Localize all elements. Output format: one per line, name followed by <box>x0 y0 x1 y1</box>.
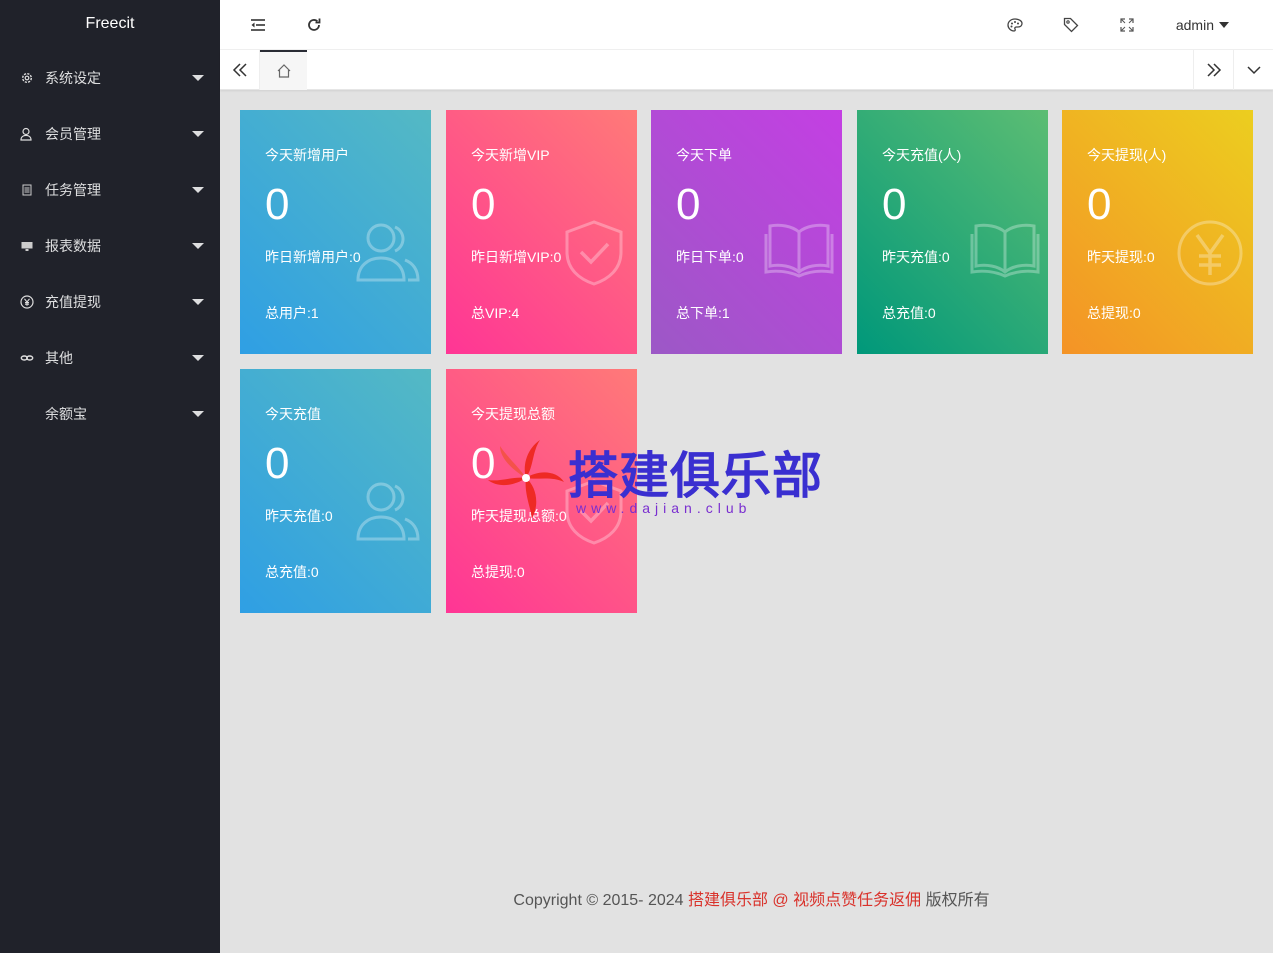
stat-card-withdraw-users: 今天提现(人) 0 昨天提现:0 总提现:0 <box>1062 110 1253 354</box>
tab-home[interactable] <box>260 50 307 90</box>
sidebar-item-recharge-withdraw[interactable]: 充值提现 <box>0 274 220 330</box>
users-icon <box>356 482 420 541</box>
double-chevron-left-icon <box>232 63 247 77</box>
palette-icon <box>1007 18 1023 32</box>
footer-suffix: 版权所有 <box>921 892 990 909</box>
chevron-down-icon <box>192 243 204 249</box>
blank-icon <box>20 407 34 421</box>
card-value: 0 <box>1087 180 1112 229</box>
card-title: 今天充值 <box>265 406 321 422</box>
book-icon <box>764 223 834 278</box>
gear-icon <box>20 71 34 85</box>
sidebar-item-yuebao[interactable]: 余额宝 <box>0 386 220 442</box>
card-title: 今天新增VIP <box>471 147 550 163</box>
document-icon <box>20 183 34 197</box>
card-value: 0 <box>265 439 290 488</box>
sidebar-item-label: 余额宝 <box>45 406 87 422</box>
home-icon <box>277 64 290 78</box>
sidebar-item-label: 其他 <box>45 350 73 366</box>
refresh-icon <box>308 18 321 31</box>
yen-icon <box>20 295 34 309</box>
card-sub-yesterday: 昨天充值:0 <box>265 508 333 524</box>
sidebar-item-other[interactable]: 其他 <box>0 330 220 386</box>
card-sub-yesterday: 昨天充值:0 <box>882 249 950 265</box>
fullscreen-button[interactable] <box>1107 0 1147 50</box>
link-icon <box>20 351 34 365</box>
watermark-url: www.dajian.club <box>576 500 752 516</box>
stat-card-new-vip: 今天新增VIP 0 昨日新增VIP:0 总VIP:4 <box>446 110 637 354</box>
card-sub-yesterday: 昨日新增用户:0 <box>265 249 361 265</box>
card-value: 0 <box>471 180 496 229</box>
tabs-scroll-right-button[interactable] <box>1193 50 1233 90</box>
stat-card-recharge-users: 今天充值(人) 0 昨天充值:0 总充值:0 <box>857 110 1048 354</box>
sidebar-item-label: 会员管理 <box>45 126 101 142</box>
caret-down-icon <box>1219 22 1229 28</box>
sidebar: Freecit 系统设定 会员管理 任务管理 报表数据 充值提现 其他 余额宝 <box>0 0 220 953</box>
menu-fold-button[interactable] <box>238 0 278 50</box>
card-sub-total: 总充值:0 <box>882 305 936 321</box>
stat-card-recharge-amount: 今天充值 0 昨天充值:0 总充值:0 <box>240 369 431 613</box>
sidebar-item-system-settings[interactable]: 系统设定 <box>0 50 220 106</box>
card-sub-total: 总VIP:4 <box>471 305 520 321</box>
app-logo[interactable]: Freecit <box>0 0 220 50</box>
card-title: 今天下单 <box>676 147 732 163</box>
card-value: 0 <box>882 180 907 229</box>
watermark-text: 搭建俱乐部 <box>568 447 823 505</box>
sidebar-item-reports[interactable]: 报表数据 <box>0 218 220 274</box>
pinwheel-logo-icon <box>488 440 564 518</box>
tag-icon <box>1063 17 1079 33</box>
chevron-down-icon <box>192 411 204 417</box>
tag-button[interactable] <box>1051 0 1091 50</box>
card-sub-total: 总提现:0 <box>471 564 525 580</box>
chevron-down-icon <box>192 187 204 193</box>
chevron-down-icon <box>192 75 204 81</box>
screen-icon <box>20 239 34 253</box>
stat-card-orders: 今天下单 0 昨日下单:0 总下单:1 <box>651 110 842 354</box>
footer-link[interactable]: 搭建俱乐部 @ 视频点赞任务返佣 <box>688 892 921 909</box>
card-sub-yesterday: 昨天提现:0 <box>1087 249 1155 265</box>
chevron-down-icon <box>1246 66 1261 75</box>
card-sub-yesterday: 昨日下单:0 <box>676 249 744 265</box>
card-value: 0 <box>265 180 290 229</box>
sidebar-item-tasks[interactable]: 任务管理 <box>0 162 220 218</box>
card-sub-total: 总用户:1 <box>265 305 319 321</box>
theme-button[interactable] <box>995 0 1035 50</box>
card-sub-total: 总提现:0 <box>1087 305 1141 321</box>
menu-fold-icon <box>251 19 265 31</box>
tabs-scroll-left-button[interactable] <box>220 50 260 90</box>
top-header: admin <box>220 0 1273 50</box>
card-sub-total: 总下单:1 <box>676 305 730 321</box>
stat-card-new-users: 今天新增用户 0 昨日新增用户:0 总用户:1 <box>240 110 431 354</box>
fullscreen-icon <box>1120 18 1134 32</box>
sidebar-item-label: 充值提现 <box>45 294 101 310</box>
footer: Copyright © 2015- 2024 搭建俱乐部 @ 视频点赞任务返佣 … <box>220 886 1273 910</box>
card-title: 今天提现(人) <box>1087 147 1167 163</box>
footer-copyright: Copyright © 2015- 2024 <box>513 892 688 909</box>
sidebar-item-label: 报表数据 <box>45 238 101 254</box>
double-chevron-right-icon <box>1206 63 1221 77</box>
watermark: 搭建俱乐部 www.dajian.club <box>488 428 822 538</box>
sidebar-item-label: 任务管理 <box>45 182 101 198</box>
book-icon <box>970 223 1040 278</box>
tabs-menu-button[interactable] <box>1233 50 1273 90</box>
chevron-down-icon <box>192 355 204 361</box>
card-title: 今天新增用户 <box>265 147 349 163</box>
users-icon <box>356 223 420 282</box>
card-value: 0 <box>676 180 701 229</box>
card-title: 今天充值(人) <box>882 147 962 163</box>
chevron-down-icon <box>192 131 204 137</box>
refresh-button[interactable] <box>294 0 334 50</box>
chevron-down-icon <box>192 299 204 305</box>
user-icon <box>20 127 34 141</box>
card-sub-total: 总充值:0 <box>265 564 319 580</box>
card-title: 今天提现总额 <box>471 406 555 422</box>
card-sub-yesterday: 昨日新增VIP:0 <box>471 249 562 265</box>
sidebar-item-label: 系统设定 <box>45 70 101 86</box>
tabs-bar <box>220 50 1273 90</box>
yen-circle-icon <box>1177 220 1243 286</box>
shield-check-icon <box>565 220 623 286</box>
sidebar-item-members[interactable]: 会员管理 <box>0 106 220 162</box>
username-label: admin <box>1175 17 1214 33</box>
user-menu[interactable]: admin <box>1176 0 1229 50</box>
